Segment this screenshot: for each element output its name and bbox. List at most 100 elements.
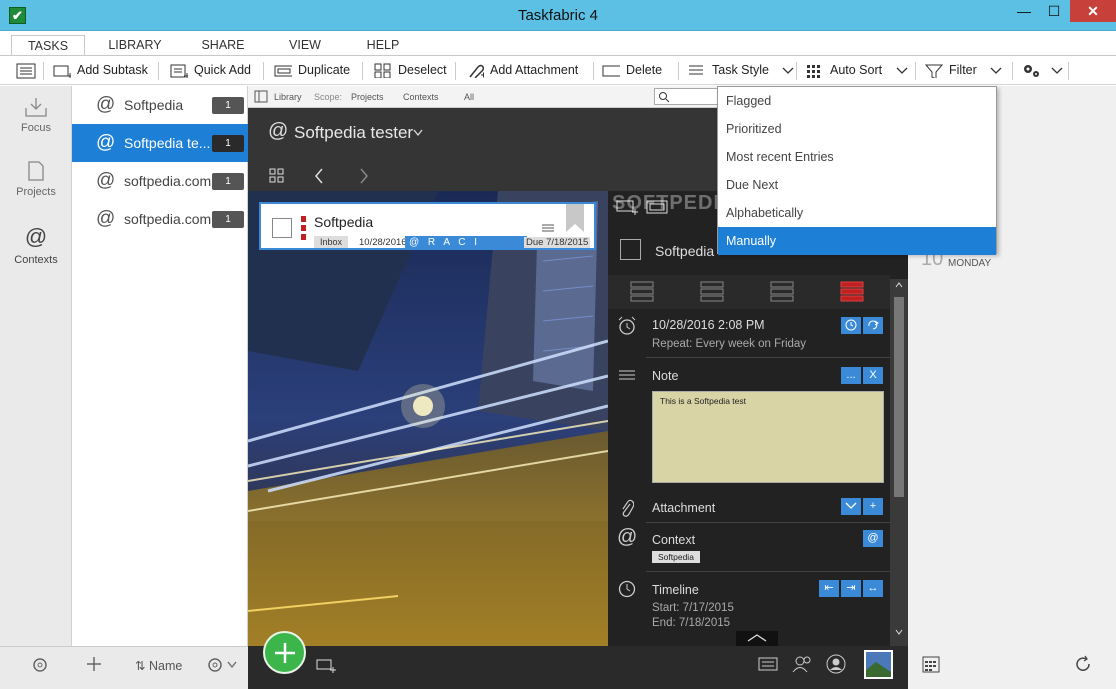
priority-urgent-icon[interactable]	[840, 281, 864, 303]
user-icon[interactable]	[826, 654, 846, 674]
toolbar-separator	[1012, 62, 1013, 80]
add-subtask-button[interactable]: Add Subtask	[53, 56, 148, 84]
nav-contexts[interactable]: @ Contexts	[0, 224, 72, 266]
clock-icon	[618, 580, 636, 598]
newspaper-icon[interactable]	[758, 656, 778, 672]
list-options-button[interactable]	[206, 656, 237, 674]
sort-option-due-next[interactable]: Due Next	[718, 171, 996, 199]
background-photo	[248, 191, 608, 646]
add-icon[interactable]	[86, 656, 102, 672]
add-subtask-icon[interactable]	[316, 659, 336, 673]
context-item-selected[interactable]: @ Softpedia te... 1	[72, 124, 248, 162]
quick-add-button[interactable]: Quick Add	[170, 56, 251, 84]
chevron-down-icon	[990, 67, 1002, 74]
chevron-down-icon[interactable]	[413, 129, 423, 137]
bookmark-icon[interactable]	[564, 204, 586, 234]
scope-projects[interactable]: Projects	[351, 89, 384, 105]
scrollbar-thumb[interactable]	[894, 297, 904, 497]
task-checkbox[interactable]	[272, 218, 292, 238]
sort-option-prioritized[interactable]: Prioritized	[718, 115, 996, 143]
scope-library[interactable]: Library	[274, 89, 302, 105]
add-attachment-button[interactable]: Add Attachment	[466, 56, 578, 84]
nav-focus[interactable]: Focus	[0, 96, 72, 134]
timeline-label: Timeline	[652, 583, 699, 597]
at-icon: @	[96, 170, 116, 191]
detail-title[interactable]: Softpedia	[655, 243, 714, 259]
sort-option-manually[interactable]: Manually	[718, 227, 996, 255]
filter-button[interactable]: Filter	[925, 56, 1002, 84]
chevron-down-icon	[845, 502, 857, 509]
task-style-button[interactable]: Task Style	[688, 56, 794, 84]
priority-high-icon[interactable]	[770, 281, 794, 303]
detail-scrollbar[interactable]	[890, 279, 908, 646]
sort-option-alphabetical[interactable]: Alphabetically	[718, 199, 996, 227]
duplicate-button[interactable]: Duplicate	[274, 56, 350, 84]
task-detail-pane: Softpedia 10/28/2016 2:08 PM Repeat: Eve…	[608, 191, 908, 646]
auto-sort-button[interactable]: Auto Sort	[806, 56, 908, 84]
timeline-span-button[interactable]: ↔	[863, 580, 883, 597]
context-item[interactable]: @ softpedia.com 1	[72, 162, 248, 200]
timeline-end-button[interactable]: ⇥	[841, 580, 861, 597]
close-button[interactable]: ✕	[1070, 0, 1116, 22]
note-clear-button[interactable]: X	[863, 367, 883, 384]
scroll-up-icon[interactable]	[895, 282, 903, 288]
attachment-label: Attachment	[652, 501, 716, 515]
note-more-button[interactable]: ...	[841, 367, 861, 384]
attachment-expand-button[interactable]	[841, 498, 861, 515]
timeline-start-button[interactable]: ⇤	[819, 580, 839, 597]
context-item[interactable]: @ Softpedia 1	[72, 86, 248, 124]
collapse-toggle[interactable]	[736, 631, 778, 646]
context-item[interactable]: @ softpedia.com 1	[72, 200, 248, 238]
inbox-icon	[25, 98, 47, 117]
minimize-button[interactable]: —	[1010, 0, 1038, 22]
chevron-right-icon[interactable]	[359, 168, 369, 184]
context-title[interactable]: Softpedia tester	[294, 123, 413, 143]
detail-checkbox[interactable]	[620, 239, 641, 260]
attachment-add-button[interactable]: +	[863, 498, 883, 515]
settings-gear-icon[interactable]	[31, 656, 49, 674]
count-badge: 1	[212, 97, 244, 114]
tab-help[interactable]: HELP	[355, 35, 411, 56]
context-add-button[interactable]: @	[863, 530, 883, 547]
scope-contexts[interactable]: Contexts	[403, 89, 439, 105]
library-icon	[254, 90, 268, 103]
count-badge: 1	[212, 173, 244, 190]
tab-tasks[interactable]: TASKS	[11, 35, 85, 56]
repeat-button[interactable]	[863, 317, 883, 334]
tab-share[interactable]: SHARE	[190, 35, 256, 56]
priority-medium-icon[interactable]	[700, 281, 724, 303]
settings-menu-button[interactable]	[1022, 56, 1063, 84]
title-bar: ✔ Taskfabric 4 — ☐ ✕	[0, 0, 1116, 31]
chevron-left-icon[interactable]	[314, 168, 324, 184]
delete-button[interactable]: Delete	[602, 56, 662, 84]
maximize-button[interactable]: ☐	[1040, 0, 1068, 22]
sort-by-name-button[interactable]: ⇅ Name	[135, 658, 182, 673]
people-icon[interactable]	[792, 655, 814, 673]
sort-arrows-icon: ⇅	[135, 659, 146, 673]
clock-button[interactable]	[841, 317, 861, 334]
background-thumbnail-icon[interactable]	[864, 650, 893, 679]
note-textarea[interactable]: This is a Softpedia test	[652, 391, 884, 483]
scope-all[interactable]: All	[464, 89, 474, 105]
scroll-down-icon[interactable]	[895, 629, 903, 635]
sort-option-flagged[interactable]: Flagged	[718, 87, 996, 115]
tab-library[interactable]: LIBRARY	[100, 35, 170, 56]
refresh-icon[interactable]	[1074, 655, 1092, 673]
context-tag[interactable]: Softpedia	[652, 551, 700, 563]
count-badge: 1	[212, 211, 244, 228]
grid-view-icon[interactable]	[269, 168, 284, 183]
task-list-button[interactable]	[16, 56, 36, 84]
priority-low-icon[interactable]	[630, 281, 654, 303]
add-task-button[interactable]	[263, 631, 306, 674]
calendar-icon[interactable]	[922, 655, 940, 673]
nav-projects[interactable]: Projects	[0, 160, 72, 198]
task-card[interactable]: Softpedia Inbox 10/28/2016 @ R A C I Due…	[259, 202, 596, 250]
task-title: Softpedia	[314, 214, 374, 230]
reminder-datetime[interactable]: 10/28/2016 2:08 PM	[652, 318, 765, 332]
search-input[interactable]	[654, 88, 720, 105]
deselect-button[interactable]: Deselect	[374, 56, 447, 84]
tab-view[interactable]: VIEW	[275, 35, 335, 56]
sort-option-recent[interactable]: Most recent Entries	[718, 143, 996, 171]
at-icon: @	[617, 526, 638, 548]
raci-bar[interactable]: @ R A C I	[405, 236, 527, 250]
